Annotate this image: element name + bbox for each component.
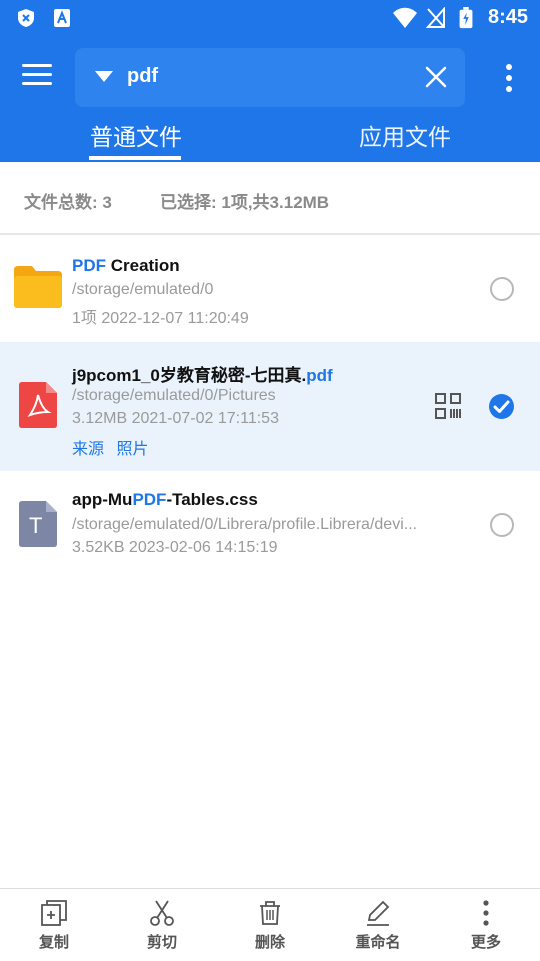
close-icon[interactable]	[425, 66, 447, 88]
rename-button[interactable]: 重命名	[324, 889, 432, 961]
battery-charging-icon	[459, 7, 473, 29]
photos-link[interactable]: 照片	[116, 441, 148, 458]
file-row[interactable]: T app-MuPDF-Tables.css /storage/emulated…	[0, 471, 540, 576]
caret-down-icon[interactable]	[95, 71, 113, 82]
more-label: 更多	[470, 934, 501, 951]
selection-summary: 文件总数: 3 已选择: 1项,共3.12MB	[0, 162, 540, 235]
file-row[interactable]: PDF Creation /storage/emulated/0 1项 2022…	[0, 237, 540, 342]
selected-info: 已选择: 1项,共3.12MB	[160, 193, 330, 212]
pencil-icon	[367, 900, 390, 926]
file-row[interactable]: j9pcom1_0岁教育秘密-七田真.pdf /storage/emulated…	[0, 342, 540, 471]
copy-button[interactable]: 复制	[0, 889, 108, 961]
wifi-icon	[393, 7, 417, 28]
delete-label: 删除	[254, 934, 285, 951]
file-type-letter: T	[29, 513, 43, 538]
file-meta: 3.12MB 2021-07-02 17:11:53	[72, 410, 279, 427]
search-query[interactable]: pdf	[127, 65, 158, 88]
status-bar: 8:45	[0, 0, 540, 36]
file-meta: 1项 2022-12-07 11:20:49	[72, 310, 249, 327]
shield-app-icon	[18, 9, 34, 27]
select-radio[interactable]	[490, 513, 514, 537]
menu-icon[interactable]	[22, 64, 54, 92]
more-button[interactable]: 更多	[432, 889, 540, 961]
tab-app-files[interactable]: 应用文件	[359, 118, 451, 152]
cut-button[interactable]: 剪切	[108, 889, 216, 961]
copy-icon	[41, 900, 67, 926]
accessibility-app-icon	[54, 9, 70, 27]
app-header: 8:45 pdf 普通文件 应用文件	[0, 0, 540, 162]
no-signal-icon	[426, 7, 445, 28]
tag-links: 来源 照片	[72, 435, 156, 459]
cut-label: 剪切	[146, 934, 177, 951]
tab-normal-files[interactable]: 普通文件	[90, 118, 182, 152]
clock: 8:45	[487, 6, 528, 28]
qr-grid-icon[interactable]	[435, 393, 461, 419]
bottom-action-bar: 复制 剪切 删除 重命名 更多	[0, 888, 540, 960]
copy-label: 复制	[38, 934, 69, 951]
file-title: j9pcom1_0岁教育秘密-七田真.pdf	[72, 366, 333, 385]
selected-check-icon[interactable]	[489, 394, 514, 419]
file-meta: 3.52KB 2023-02-06 14:15:19	[72, 539, 278, 556]
file-path: /storage/emulated/0/Librera/profile.Libr…	[72, 516, 418, 533]
search-box[interactable]: pdf	[75, 48, 465, 107]
file-title: app-MuPDF-Tables.css	[72, 490, 258, 509]
rename-label: 重命名	[355, 934, 401, 951]
folder-icon	[14, 266, 62, 308]
file-count: 文件总数: 3	[24, 193, 112, 212]
file-title: PDF Creation	[72, 256, 180, 275]
pdf-file-icon	[19, 382, 57, 428]
source-link[interactable]: 来源	[72, 441, 104, 458]
file-path: /storage/emulated/0/Pictures	[72, 387, 276, 404]
select-radio[interactable]	[490, 277, 514, 301]
trash-icon	[260, 901, 280, 925]
tab-indicator	[89, 156, 181, 160]
file-path: /storage/emulated/0	[72, 281, 214, 298]
scissors-icon	[150, 900, 174, 926]
overflow-menu-icon[interactable]	[506, 64, 514, 94]
more-vertical-icon	[483, 900, 489, 926]
delete-button[interactable]: 删除	[216, 889, 324, 961]
